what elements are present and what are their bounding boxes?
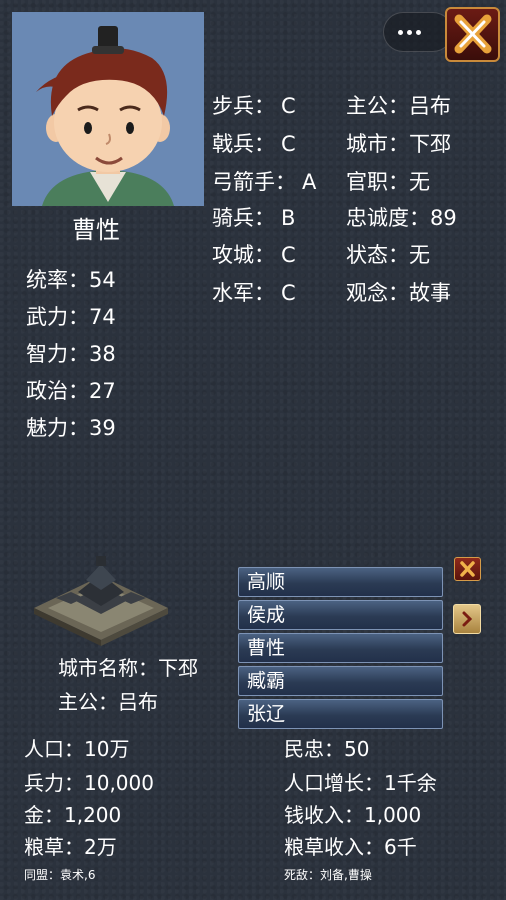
portrait-avatar-icon [12,12,204,206]
chevron-right-icon [462,611,473,627]
city-food: 粮草：2万 [24,835,117,859]
city-enemies: 死敌：刘备,曹操 [284,868,372,882]
stat-command: 统率：54 [26,268,116,292]
more-menu-button[interactable] [383,12,453,52]
hero-name: 曹性 [72,216,120,244]
city-gold: 金：1,200 [24,803,122,827]
hero-portrait [12,12,204,206]
city-troops: 兵力：10,000 [24,771,154,795]
city-loyalty: 民忠：50 [284,737,370,761]
info-status: 状态：无 [346,243,430,267]
city-population: 人口：10万 [24,737,130,761]
stat-politics: 政治：27 [26,379,116,403]
officer-list-item[interactable]: 张辽 [238,699,443,729]
city-image [26,548,176,648]
info-city: 城市：下邳 [346,132,451,156]
troop-infantry: 步兵： C [212,94,296,118]
officer-list-item[interactable]: 臧霸 [238,666,443,696]
city-lord: 主公：吕布 [58,690,158,714]
info-office: 官职：无 [346,170,430,194]
city-name: 城市名称：下邳 [58,656,198,680]
troop-halberd: 戟兵： C [212,132,296,156]
stat-charisma: 魅力：39 [26,416,116,440]
stat-intelligence: 智力：38 [26,342,116,366]
troop-siege: 攻城： C [212,243,296,267]
troop-archer: 弓箭手： A [212,170,317,194]
city-castle-icon [34,556,168,646]
officer-list-item[interactable]: 曹性 [238,633,443,663]
troop-cavalry: 骑兵： B [212,206,296,230]
info-ideology: 观念：故事 [346,281,451,305]
list-close-button[interactable] [454,557,481,581]
city-food-income: 粮草收入：6千 [284,835,417,859]
officer-list-item[interactable]: 高顺 [238,567,443,597]
close-button[interactable] [445,7,500,62]
close-icon [454,14,492,54]
city-allies: 同盟：袁术,6 [24,868,96,882]
more-dots-icon [398,29,403,35]
troop-navy: 水军： C [212,281,296,305]
officer-list-item[interactable]: 侯成 [238,600,443,630]
info-lord: 主公：吕布 [346,94,451,118]
list-next-button[interactable] [453,604,481,634]
city-money-income: 钱收入：1,000 [284,803,422,827]
info-loyalty: 忠诚度：89 [346,206,457,230]
city-pop-growth: 人口增长：1千余 [284,771,437,795]
stat-force: 武力：74 [26,305,116,329]
close-icon [460,561,475,577]
